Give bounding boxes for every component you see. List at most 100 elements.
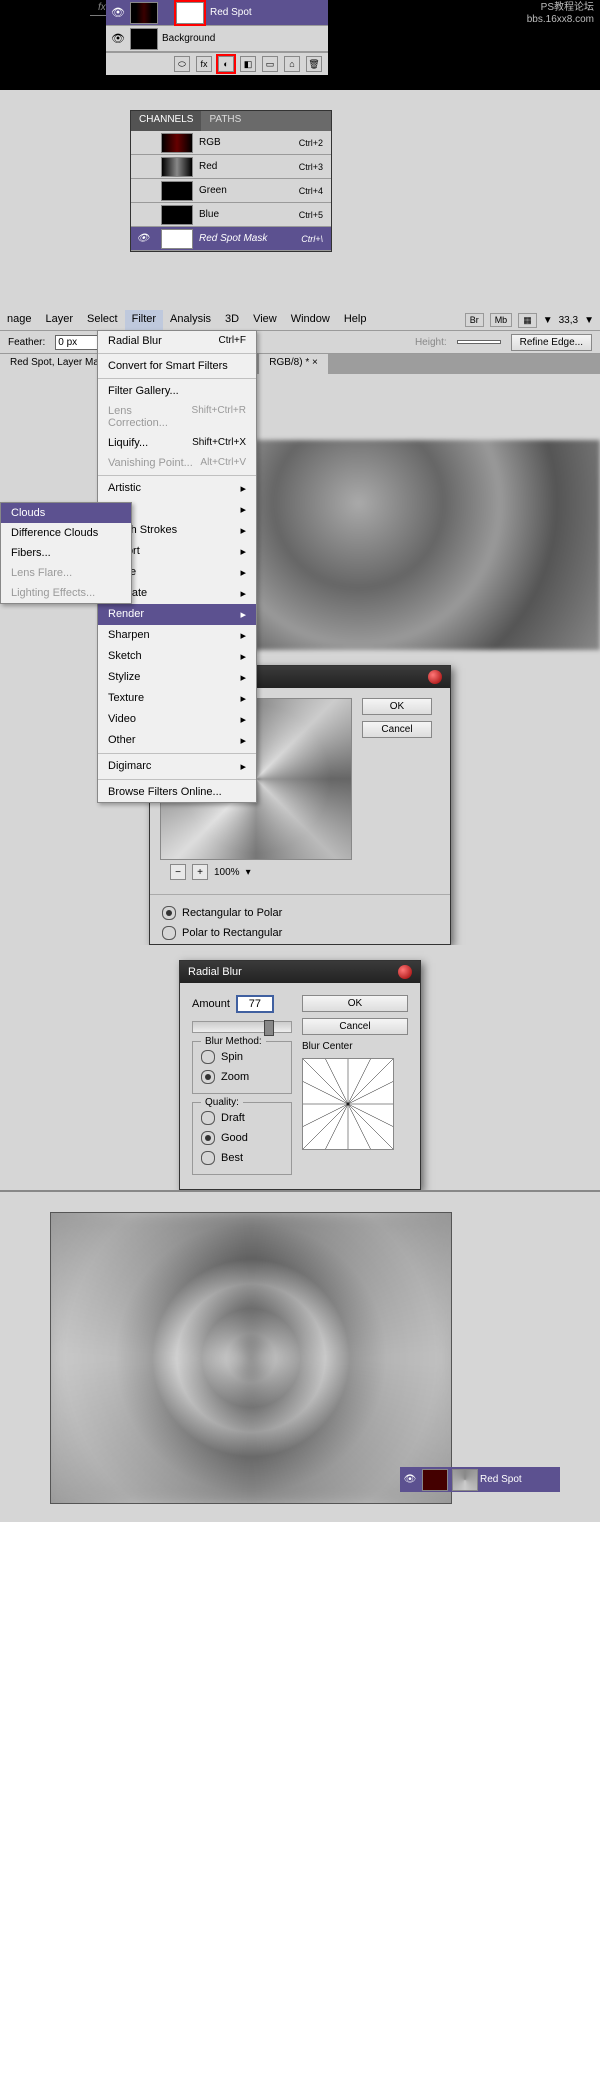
menuitem-texture[interactable]: Texture▸ xyxy=(98,688,256,709)
layer-thumb[interactable] xyxy=(130,2,158,24)
new-layer-icon[interactable]: ⌂ xyxy=(284,56,300,72)
menuitem-difference-clouds[interactable]: Difference Clouds xyxy=(1,523,131,543)
menuitem-radial-blur[interactable]: Radial BlurCtrl+F xyxy=(98,331,256,351)
radio-best[interactable]: Best xyxy=(201,1148,283,1168)
visibility-icon[interactable]: 👁 xyxy=(106,6,130,19)
menu-layer[interactable]: Layer xyxy=(38,310,80,330)
zoom-in-button[interactable]: + xyxy=(192,864,208,880)
adjustment-icon[interactable]: ◧ xyxy=(240,56,256,72)
menu-filter[interactable]: Filter xyxy=(125,310,163,330)
channel-rgb[interactable]: RGB Ctrl+2 xyxy=(131,131,331,155)
layer-red-spot[interactable]: 👁 Red Spot xyxy=(106,0,328,26)
close-icon[interactable] xyxy=(428,670,442,684)
menu-view[interactable]: View xyxy=(246,310,284,330)
layer-mask-thumb[interactable] xyxy=(452,1469,478,1491)
menu-analysis[interactable]: Analysis xyxy=(163,310,218,330)
menuitem-sharpen[interactable]: Sharpen▸ xyxy=(98,625,256,646)
document-tab-2[interactable]: RGB/8) * × xyxy=(259,354,328,374)
link-icon[interactable]: ⬭ xyxy=(174,56,190,72)
layer-background[interactable]: 👁 Background xyxy=(106,26,328,52)
dropdown-arrow-icon[interactable]: ▾ xyxy=(246,867,251,878)
feather-input[interactable]: 0 px xyxy=(55,335,99,350)
blur-center-preview[interactable] xyxy=(302,1058,394,1150)
mb-button[interactable]: Mb xyxy=(490,313,513,327)
menuitem-vanishing-point: Vanishing Point...Alt+Ctrl+V xyxy=(98,453,256,473)
refine-edge-button[interactable]: Refine Edge... xyxy=(511,334,592,351)
bridge-button[interactable]: Br xyxy=(465,313,484,327)
layer-mask-thumb[interactable] xyxy=(176,2,204,24)
radio-rect-to-polar[interactable]: Rectangular to Polar xyxy=(162,903,438,923)
result-canvas xyxy=(50,1212,452,1504)
screen-mode-icon[interactable]: ▦ xyxy=(518,313,537,328)
cancel-button[interactable]: Cancel xyxy=(362,721,432,738)
fx-icon[interactable]: fx xyxy=(196,56,212,72)
trash-icon[interactable]: 🗑 xyxy=(306,56,322,72)
watermark: PS教程论坛bbs.16xx8.com xyxy=(527,2,594,26)
zoom-value[interactable]: 33,3 xyxy=(559,315,578,326)
amount-input[interactable]: 77 xyxy=(236,995,274,1013)
zoom-out-button[interactable]: − xyxy=(170,864,186,880)
zoom-arrow: ▼ xyxy=(584,315,594,326)
close-icon[interactable]: × xyxy=(312,357,318,368)
menuitem-browse-filters[interactable]: Browse Filters Online... xyxy=(98,782,256,802)
zoom-arrow: ▼ xyxy=(543,315,553,326)
channel-label: Red Spot Mask xyxy=(199,233,301,244)
menu-image[interactable]: nage xyxy=(0,310,38,330)
channels-panel: CHANNELS PATHS RGB Ctrl+2 Red Ctrl+3 Gre… xyxy=(130,110,332,252)
channel-redspot-mask[interactable]: 👁 Red Spot Mask Ctrl+\ xyxy=(131,227,331,251)
amount-slider[interactable] xyxy=(192,1021,292,1033)
menuitem-clouds[interactable]: Clouds xyxy=(1,503,131,523)
menuitem-stylize[interactable]: Stylize▸ xyxy=(98,667,256,688)
menu-help[interactable]: Help xyxy=(337,310,374,330)
menuitem-other[interactable]: Other▸ xyxy=(98,730,256,751)
quality-label: Quality: xyxy=(201,1097,243,1108)
cancel-button[interactable]: Cancel xyxy=(302,1018,408,1035)
menu-window[interactable]: Window xyxy=(284,310,337,330)
radio-polar-to-rect[interactable]: Polar to Rectangular xyxy=(162,923,438,943)
menuitem-render[interactable]: Render▸ xyxy=(98,604,256,625)
radio-zoom[interactable]: Zoom xyxy=(201,1067,283,1087)
radio-draft[interactable]: Draft xyxy=(201,1108,283,1128)
layer-thumb[interactable] xyxy=(130,28,158,50)
menuitem-sketch[interactable]: Sketch▸ xyxy=(98,646,256,667)
channel-red[interactable]: Red Ctrl+3 xyxy=(131,155,331,179)
visibility-icon[interactable]: 👁 xyxy=(400,1474,420,1485)
visibility-icon[interactable]: 👁 xyxy=(106,32,130,45)
menu-select[interactable]: Select xyxy=(80,310,125,330)
layer-label: Red Spot xyxy=(210,7,328,18)
menuitem-video[interactable]: Video▸ xyxy=(98,709,256,730)
menu-3d[interactable]: 3D xyxy=(218,310,246,330)
menuitem-fibers[interactable]: Fibers... xyxy=(1,543,131,563)
blur-center-label: Blur Center xyxy=(302,1041,408,1052)
channel-green[interactable]: Green Ctrl+4 xyxy=(131,179,331,203)
channel-label: Blue xyxy=(199,209,299,220)
layer-thumb[interactable] xyxy=(422,1469,448,1491)
channel-label: RGB xyxy=(199,137,299,148)
menuitem-convert-smart[interactable]: Convert for Smart Filters xyxy=(98,356,256,376)
link-icon xyxy=(162,3,172,23)
menuitem-lighting-effects: Lighting Effects... xyxy=(1,583,131,603)
mask-icon[interactable]: ◐ xyxy=(218,56,234,72)
menuitem-lens-flare: Lens Flare... xyxy=(1,563,131,583)
dialog-titlebar[interactable]: Radial Blur xyxy=(180,961,420,983)
menuitem-digimarc[interactable]: Digimarc▸ xyxy=(98,756,256,777)
tab-paths[interactable]: PATHS xyxy=(201,111,249,131)
amount-label: Amount xyxy=(192,998,230,1010)
channel-blue[interactable]: Blue Ctrl+5 xyxy=(131,203,331,227)
ok-button[interactable]: OK xyxy=(302,995,408,1012)
radial-blur-dialog: Radial Blur Amount 77 Blur Method: Spin … xyxy=(179,960,421,1190)
radio-good[interactable]: Good xyxy=(201,1128,283,1148)
height-label: Height: xyxy=(415,337,447,348)
tab-channels[interactable]: CHANNELS xyxy=(131,111,201,131)
feather-label: Feather: xyxy=(8,337,45,348)
menuitem-liquify[interactable]: Liquify...Shift+Ctrl+X xyxy=(98,433,256,453)
dialog-title: Radial Blur xyxy=(188,966,242,978)
menuitem-filter-gallery[interactable]: Filter Gallery... xyxy=(98,381,256,401)
group-icon[interactable]: ▭ xyxy=(262,56,278,72)
ok-button[interactable]: OK xyxy=(362,698,432,715)
close-icon[interactable] xyxy=(398,965,412,979)
radio-spin[interactable]: Spin xyxy=(201,1047,283,1067)
menuitem-artistic[interactable]: Artistic▸ xyxy=(98,478,256,499)
mini-layer-row[interactable]: 👁 Red Spot xyxy=(400,1467,560,1492)
visibility-icon[interactable]: 👁 xyxy=(131,233,155,244)
